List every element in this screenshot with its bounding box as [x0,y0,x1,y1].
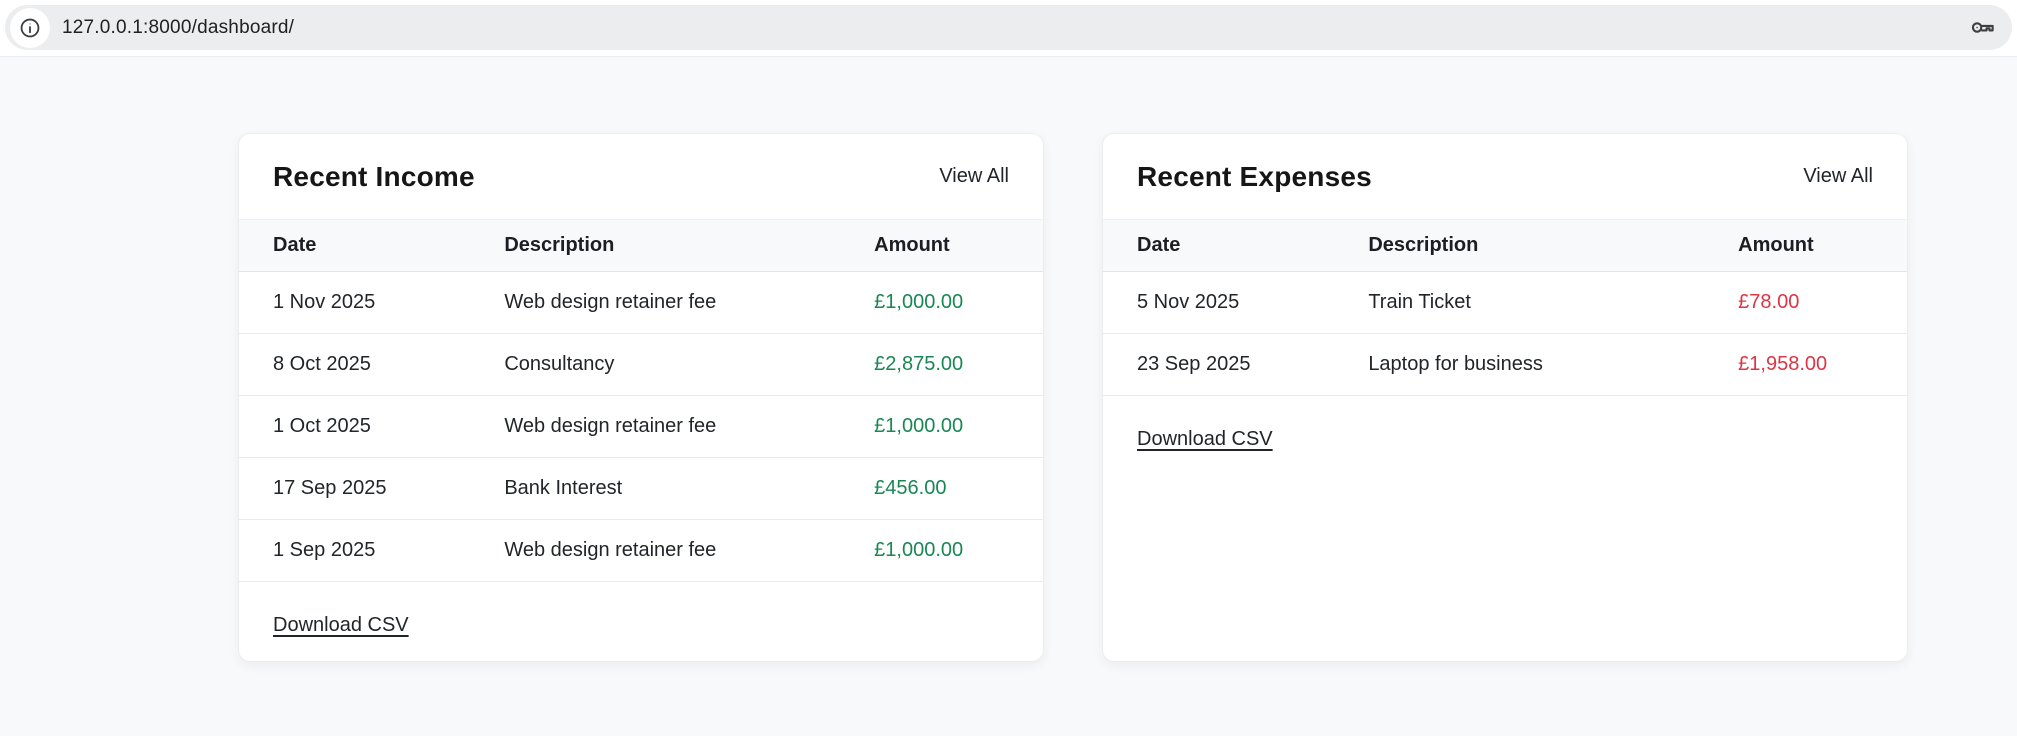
date-cell: 1 Nov 2025 [273,291,376,313]
address-bar[interactable]: 127.0.0.1:8000/dashboard/ [5,5,2012,50]
income-view-all-link[interactable]: View All [939,165,1009,188]
income-col-amount: Amount [874,234,950,256]
expenses-col-amount: Amount [1738,234,1814,256]
table-row: 1 Nov 2025 Web design retainer fee £1,00… [239,272,1043,334]
amount-cell: £1,958.00 [1738,353,1828,375]
income-card-title: Recent Income [273,160,475,192]
amount-cell: £1,000.00 [874,291,964,313]
expenses-download-csv-link[interactable]: Download CSV [1137,428,1273,450]
description-cell: Bank Interest [504,477,623,499]
info-icon [20,18,40,38]
description-cell: Web design retainer fee [504,291,717,313]
expenses-view-all-link[interactable]: View All [1803,165,1873,188]
password-manager-button[interactable] [1969,14,1996,41]
amount-cell: £1,000.00 [874,415,964,437]
income-table-header-row: Date Description Amount [239,219,1043,272]
description-cell: Laptop for business [1368,353,1543,375]
description-cell: Train Ticket [1368,291,1471,313]
table-row: 1 Sep 2025 Web design retainer fee £1,00… [239,520,1043,582]
table-row: 23 Sep 2025 Laptop for business £1,958.0… [1103,334,1907,396]
dashboard-page: Recent Income View All Date Description … [0,57,2017,736]
description-cell: Web design retainer fee [504,539,717,561]
date-cell: 23 Sep 2025 [1137,353,1251,375]
amount-cell: £456.00 [874,477,947,499]
income-col-date: Date [273,234,317,256]
date-cell: 8 Oct 2025 [273,353,371,375]
expenses-col-description: Description [1368,234,1479,256]
site-info-chip[interactable] [10,8,50,48]
amount-cell: £2,875.00 [874,353,964,375]
income-table: Date Description Amount 1 Nov 2025 Web d… [239,219,1043,582]
income-card-footer: Download CSV [239,582,1043,661]
date-cell: 5 Nov 2025 [1137,291,1240,313]
amount-cell: £1,000.00 [874,539,964,561]
income-card-header: Recent Income View All [239,134,1043,219]
table-row: 1 Oct 2025 Web design retainer fee £1,00… [239,396,1043,458]
browser-toolbar: 127.0.0.1:8000/dashboard/ [0,0,2017,57]
recent-expenses-card: Recent Expenses View All Date Descriptio… [1102,133,1908,662]
expenses-card-footer: Download CSV [1103,396,1907,483]
description-cell: Web design retainer fee [504,415,717,437]
table-row: 8 Oct 2025 Consultancy £2,875.00 [239,334,1043,396]
description-cell: Consultancy [504,353,615,375]
url-text[interactable]: 127.0.0.1:8000/dashboard/ [62,5,294,50]
key-icon [1971,22,1994,33]
expenses-table: Date Description Amount 5 Nov 2025 Train… [1103,219,1907,396]
expenses-card-title: Recent Expenses [1137,160,1372,192]
income-col-description: Description [504,234,615,256]
expenses-table-header-row: Date Description Amount [1103,219,1907,272]
amount-cell: £78.00 [1738,291,1800,313]
recent-income-card: Recent Income View All Date Description … [238,133,1044,662]
table-row: 17 Sep 2025 Bank Interest £456.00 [239,458,1043,520]
expenses-col-date: Date [1137,234,1181,256]
date-cell: 1 Oct 2025 [273,415,371,437]
date-cell: 1 Sep 2025 [273,539,376,561]
table-row: 5 Nov 2025 Train Ticket £78.00 [1103,272,1907,334]
expenses-card-header: Recent Expenses View All [1103,134,1907,219]
income-download-csv-link[interactable]: Download CSV [273,614,409,636]
date-cell: 17 Sep 2025 [273,477,387,499]
